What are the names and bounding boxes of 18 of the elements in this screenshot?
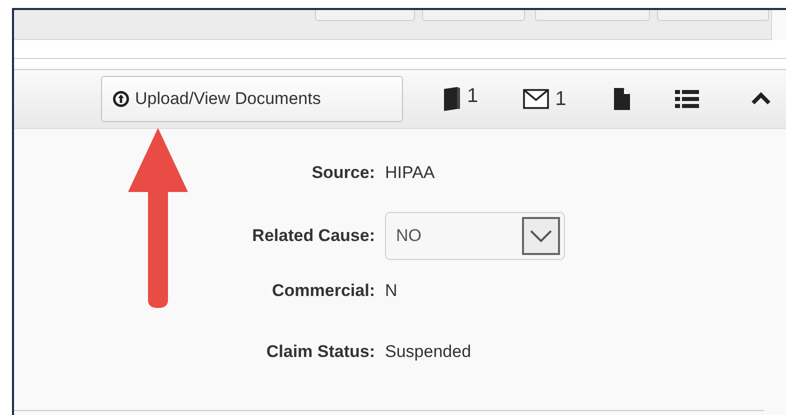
list-icon[interactable] <box>675 89 700 109</box>
upload-icon <box>112 90 130 108</box>
count-label: 1 <box>555 89 566 109</box>
field-value: HIPAA <box>385 162 435 184</box>
field-value: N <box>385 280 398 302</box>
related-cause-select[interactable]: NO <box>385 212 565 260</box>
book-icon[interactable] <box>441 86 461 112</box>
field-value: Suspended <box>385 341 472 364</box>
chevron-up-icon[interactable] <box>751 92 772 106</box>
envelope-icon[interactable] <box>523 89 550 109</box>
field-label: Commercial: <box>271 280 376 302</box>
field-label: Claim Status: <box>265 341 376 364</box>
upload-button[interactable]: Upload/View Documents <box>101 76 403 122</box>
field-label: Source: <box>310 162 376 184</box>
count-label: 1 <box>467 86 478 106</box>
field-label: Related Cause: <box>251 225 376 248</box>
dropdown-icon[interactable] <box>529 229 553 243</box>
file-icon[interactable] <box>614 88 630 110</box>
